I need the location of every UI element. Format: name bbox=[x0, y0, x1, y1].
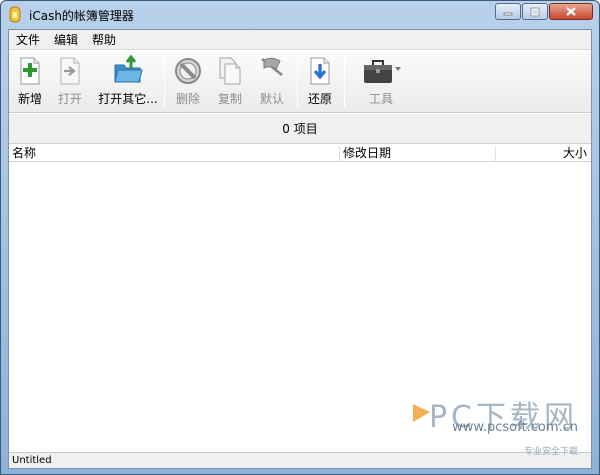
open-label: 打开 bbox=[57, 92, 82, 106]
column-divider[interactable] bbox=[495, 146, 496, 161]
prohibit-icon bbox=[175, 58, 201, 84]
open-other-label: 打开其它... bbox=[98, 92, 158, 106]
restore-icon bbox=[310, 57, 330, 85]
watermark-url: www.pcsoft.com.cn bbox=[452, 420, 578, 435]
new-button[interactable]: 新增 bbox=[15, 55, 45, 109]
delete-button[interactable]: 删除 bbox=[173, 55, 203, 109]
menu-edit[interactable]: 编辑 bbox=[47, 30, 85, 50]
watermark-sub: 专业安全下载 bbox=[523, 447, 578, 457]
maximize-button[interactable] bbox=[522, 3, 548, 20]
column-header-size[interactable]: 大小 bbox=[563, 145, 587, 162]
status-text: Untitled bbox=[12, 455, 52, 466]
tools-button[interactable]: 工具 bbox=[357, 55, 405, 109]
open-button[interactable]: 打开 bbox=[55, 55, 85, 109]
toolbox-icon bbox=[364, 60, 401, 83]
minimize-button[interactable] bbox=[495, 3, 521, 20]
copy-button[interactable]: 复制 bbox=[215, 55, 245, 109]
app-icon bbox=[9, 6, 21, 23]
menu-bar: 文件 编辑 帮助 bbox=[9, 30, 591, 50]
title-bar[interactable]: iCash的帐簿管理器 bbox=[1, 1, 599, 29]
copy-icon bbox=[219, 57, 241, 85]
status-bar: Untitled bbox=[9, 452, 591, 468]
column-header-name[interactable]: 名称 bbox=[12, 145, 36, 162]
menu-help[interactable]: 帮助 bbox=[85, 30, 123, 50]
close-button[interactable] bbox=[549, 3, 593, 20]
toolbar-separator bbox=[297, 57, 298, 107]
column-header-modified[interactable]: 修改日期 bbox=[343, 145, 391, 162]
toolbar: 新增 打开 打开其它... 删除 复制 默认 还原 工具 bbox=[9, 51, 591, 113]
copy-label: 复制 bbox=[217, 92, 242, 106]
new-document-icon bbox=[20, 57, 40, 85]
tools-label: 工具 bbox=[368, 92, 393, 106]
open-folder-icon bbox=[114, 55, 143, 83]
restore-label: 还原 bbox=[307, 92, 332, 106]
column-divider[interactable] bbox=[339, 146, 340, 161]
window-title: iCash的帐簿管理器 bbox=[29, 9, 134, 23]
default-button[interactable]: 默认 bbox=[257, 55, 287, 109]
flag-icon bbox=[261, 57, 283, 76]
open-other-button[interactable]: 打开其它... bbox=[97, 55, 159, 109]
new-label: 新增 bbox=[17, 92, 42, 106]
list-header: 名称 修改日期 大小 bbox=[9, 145, 591, 162]
restore-button[interactable]: 还原 bbox=[305, 55, 335, 109]
maximize-icon bbox=[530, 7, 540, 16]
toolbar-separator bbox=[164, 57, 165, 107]
delete-label: 删除 bbox=[175, 92, 200, 106]
item-count: 0 项目 bbox=[9, 114, 591, 144]
open-document-icon bbox=[60, 57, 80, 85]
default-label: 默认 bbox=[259, 92, 284, 106]
watermark-logo-icon bbox=[413, 404, 430, 422]
watermark: PC下载网 www.pcsoft.com.cn 专业安全下载 bbox=[429, 392, 578, 457]
minimize-icon bbox=[503, 12, 513, 15]
menu-file[interactable]: 文件 bbox=[9, 30, 47, 50]
toolbar-separator bbox=[344, 57, 345, 107]
close-icon bbox=[566, 7, 576, 16]
